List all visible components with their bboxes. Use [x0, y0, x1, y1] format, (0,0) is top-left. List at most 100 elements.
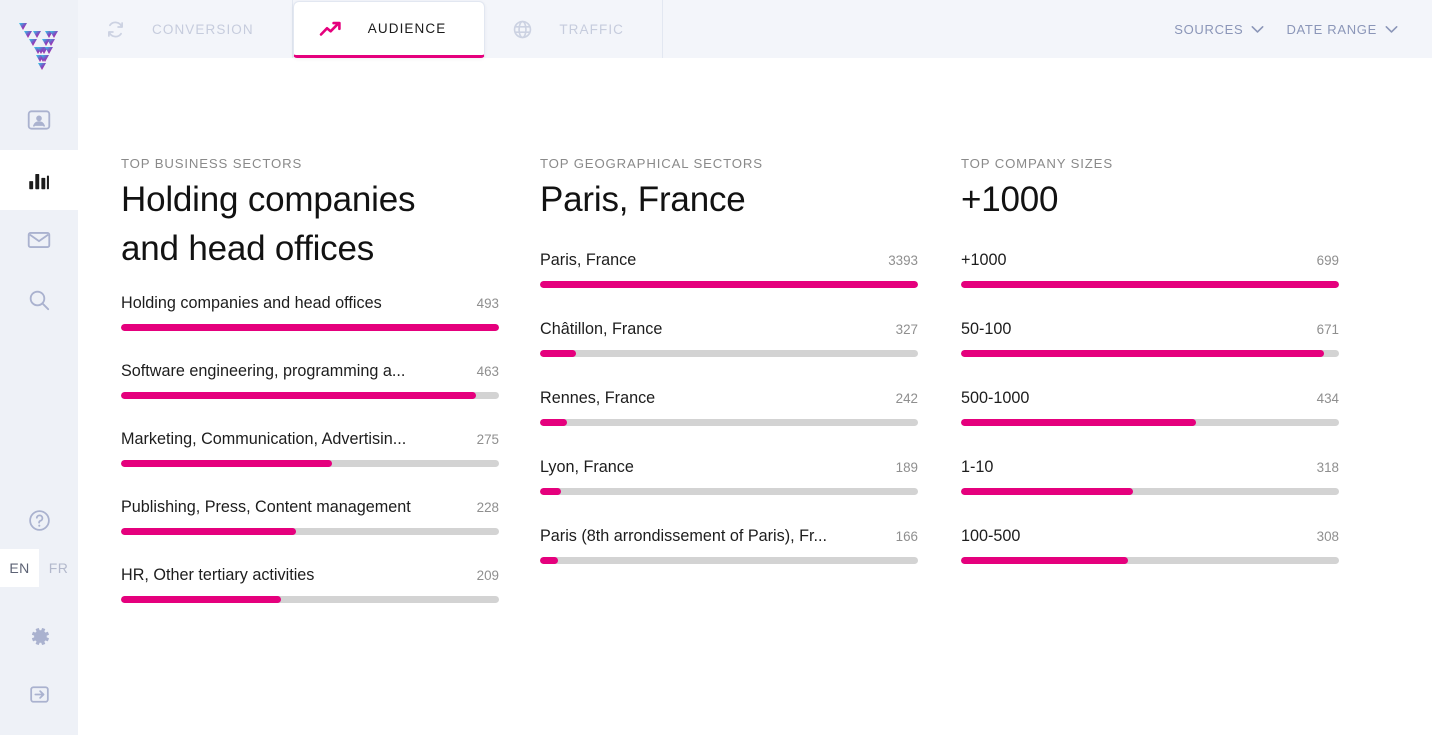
bar-fill [961, 488, 1133, 495]
bar-label: Software engineering, programming a... [121, 362, 417, 381]
bar-label: Holding companies and head offices [121, 294, 394, 313]
bar-row[interactable]: Paris, France 3393 [540, 251, 918, 288]
sidebar-item-settings[interactable] [0, 607, 78, 665]
sidebar-item-analytics[interactable] [0, 150, 78, 210]
main-tabs: CONVERSION AUDIENCE [78, 0, 663, 58]
analytics-dashboard: EN FR [0, 0, 1432, 735]
refresh-cycle-icon [78, 18, 152, 41]
sidebar: EN FR [0, 0, 78, 735]
panel-kicker: TOP BUSINESS SECTORS [121, 156, 499, 171]
bar-track [961, 488, 1339, 495]
bar-value: 434 [1317, 391, 1339, 406]
right-pane: CONVERSION AUDIENCE [78, 0, 1432, 735]
language-switcher[interactable]: EN FR [0, 549, 78, 587]
panel-headline: Holding companies and head offices [121, 175, 461, 274]
sidebar-item-contacts[interactable] [0, 90, 78, 150]
bar-row[interactable]: 100-500 308 [961, 527, 1339, 564]
tab-audience-label: AUDIENCE [368, 21, 485, 36]
bar-list: Paris, France 3393 Châtillon, France 327 [540, 251, 918, 564]
bar-fill [121, 324, 499, 331]
sidebar-item-logout[interactable] [0, 665, 78, 723]
bar-label: HR, Other tertiary activities [121, 566, 326, 585]
bar-fill [540, 419, 567, 426]
bar-label: 500-1000 [961, 389, 1041, 408]
bar-row[interactable]: Marketing, Communication, Advertisin... … [121, 430, 499, 467]
bar-fill [540, 350, 576, 357]
bar-track [121, 324, 499, 331]
bar-row[interactable]: 50-100 671 [961, 320, 1339, 357]
help-circle-icon [27, 508, 52, 533]
bar-fill [121, 528, 296, 535]
globe-icon [485, 18, 559, 41]
bar-value: 318 [1317, 460, 1339, 475]
trend-up-arrow-icon [294, 17, 368, 41]
app-logo[interactable] [0, 0, 78, 90]
sidebar-item-mail[interactable] [0, 210, 78, 270]
vertical-v-logo [16, 19, 62, 71]
bar-fill [961, 350, 1324, 357]
bar-row[interactable]: Holding companies and head offices 493 [121, 294, 499, 331]
bar-row[interactable]: Publishing, Press, Content management 22… [121, 498, 499, 535]
bar-fill [961, 557, 1128, 564]
bar-label: 50-100 [961, 320, 1023, 339]
bar-value: 3393 [888, 253, 918, 268]
tab-conversion[interactable]: CONVERSION [78, 0, 293, 58]
bar-row[interactable]: Software engineering, programming a... 4… [121, 362, 499, 399]
bar-label: Lyon, France [540, 458, 646, 477]
bar-fill [540, 488, 561, 495]
language-en[interactable]: EN [0, 549, 39, 587]
bar-track [540, 419, 918, 426]
bar-value: 242 [896, 391, 918, 406]
panel-top-company-sizes: TOP COMPANY SIZES +1000 +1000 699 [961, 156, 1339, 596]
bar-fill [961, 281, 1339, 288]
bar-label: Châtillon, France [540, 320, 674, 339]
bar-chart-icon [26, 167, 52, 193]
sidebar-item-search[interactable] [0, 270, 78, 330]
main-content: TOP BUSINESS SECTORS Holding companies a… [78, 58, 1432, 735]
bar-value: 189 [896, 460, 918, 475]
bar-label: 1-10 [961, 458, 1005, 477]
date-range-dropdown[interactable]: DATE RANGE [1286, 22, 1398, 37]
bar-row[interactable]: Rennes, France 242 [540, 389, 918, 426]
sources-dropdown[interactable]: SOURCES [1174, 22, 1264, 37]
bar-track [540, 557, 918, 564]
language-fr[interactable]: FR [39, 549, 78, 587]
bar-track [540, 281, 918, 288]
bar-label: Publishing, Press, Content management [121, 498, 423, 517]
bar-label: Paris, France [540, 251, 648, 270]
contact-card-icon [26, 107, 52, 133]
tab-traffic[interactable]: TRAFFIC [485, 0, 663, 58]
bar-track [121, 460, 499, 467]
bar-track [961, 350, 1339, 357]
bar-row[interactable]: HR, Other tertiary activities 209 [121, 566, 499, 603]
bar-fill [121, 596, 281, 603]
bar-row[interactable]: 1-10 318 [961, 458, 1339, 495]
header-controls: SOURCES DATE RANGE [1174, 0, 1432, 58]
bar-row[interactable]: 500-1000 434 [961, 389, 1339, 426]
bar-list: +1000 699 50-100 671 [961, 251, 1339, 564]
panel-headline: Paris, France [540, 175, 918, 224]
bar-row[interactable]: Paris (8th arrondissement of Paris), Fr.… [540, 527, 918, 564]
bar-row[interactable]: Lyon, France 189 [540, 458, 918, 495]
bar-track [961, 557, 1339, 564]
bar-track [121, 392, 499, 399]
tab-traffic-label: TRAFFIC [559, 22, 662, 37]
tab-audience[interactable]: AUDIENCE [293, 1, 486, 58]
bar-label: Rennes, France [540, 389, 667, 408]
bar-track [121, 596, 499, 603]
date-range-dropdown-label: DATE RANGE [1286, 22, 1377, 37]
bar-fill [961, 419, 1196, 426]
bar-fill [540, 557, 558, 564]
bar-row[interactable]: +1000 699 [961, 251, 1339, 288]
bar-label: +1000 [961, 251, 1018, 270]
panel-headline: +1000 [961, 175, 1339, 224]
tab-conversion-label: CONVERSION [152, 22, 292, 37]
bar-value: 493 [477, 296, 499, 311]
chevron-down-icon [1385, 25, 1398, 34]
bar-label: Marketing, Communication, Advertisin... [121, 430, 418, 449]
bar-fill [540, 281, 918, 288]
logout-icon [27, 682, 52, 707]
sidebar-item-help[interactable] [0, 491, 78, 549]
bar-value: 327 [896, 322, 918, 337]
bar-row[interactable]: Châtillon, France 327 [540, 320, 918, 357]
